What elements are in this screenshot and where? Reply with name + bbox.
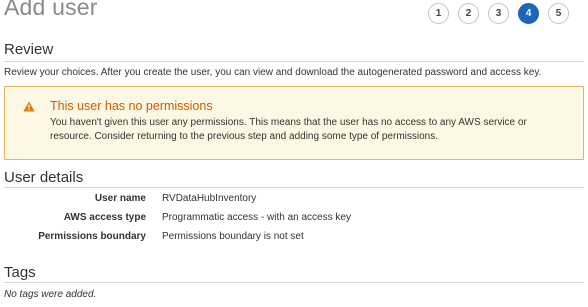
wizard-steps: 1 2 3 4 5 [428,3,578,24]
detail-value: Permissions boundary is not set [162,231,304,242]
tags-heading: Tags [4,264,36,281]
detail-label: Permissions boundary [38,231,146,242]
review-heading: Review [4,41,54,58]
detail-value: Programmatic access - with an access key [162,212,351,223]
review-divider [4,61,584,62]
detail-row-access-type: AWS access type Programmatic access - wi… [4,212,404,231]
detail-row-permissions-boundary: Permissions boundary Permissions boundar… [4,231,404,250]
no-tags-message: No tags were added. [4,289,97,300]
step-5[interactable]: 5 [548,3,569,24]
warning-body: You haven't given this user any permissi… [50,117,527,142]
step-3[interactable]: 3 [488,3,509,24]
warning-title: This user has no permissions [50,99,213,113]
detail-label: User name [94,193,146,204]
step-1[interactable]: 1 [428,3,449,24]
step-2[interactable]: 2 [458,3,479,24]
detail-label: AWS access type [63,212,146,223]
user-details-divider [4,187,584,188]
detail-row-user-name: User name RVDataHubInventory [4,193,404,212]
user-details-list: User name RVDataHubInventory AWS access … [4,193,404,250]
review-description: Review your choices. After you create th… [4,67,542,78]
tags-divider [4,282,584,283]
user-details-heading: User details [4,169,84,186]
page-title: Add user [4,0,98,20]
no-permissions-warning: This user has no permissions You haven't… [4,86,584,160]
warning-icon [23,101,35,112]
detail-value: RVDataHubInventory [162,193,257,204]
step-4-current[interactable]: 4 [518,3,539,24]
